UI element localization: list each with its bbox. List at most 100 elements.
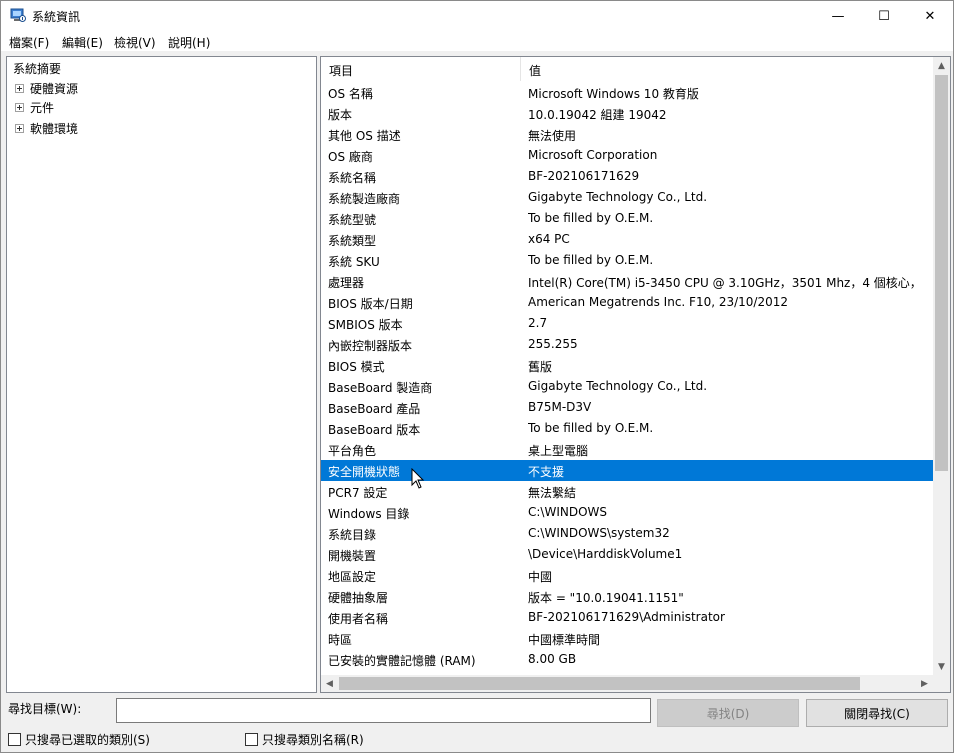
scroll-up-icon[interactable]: ▲ <box>933 57 950 74</box>
checkbox-box[interactable] <box>8 732 21 746</box>
scroll-down-icon[interactable]: ▼ <box>933 658 950 675</box>
row-item-cell: 系統類型 <box>328 234 377 248</box>
system-information-window: 系統資訊 — ☐ ✕ 檔案(F) 編輯(E) 檢視(V) 說明(H) 系統摘要 … <box>0 0 954 753</box>
column-divider[interactable] <box>520 57 521 81</box>
table-row[interactable]: 內嵌控制器版本 255.255 <box>321 334 933 355</box>
table-row[interactable]: 時區 中國標準時間 <box>321 628 933 649</box>
row-value-cell: C:\WINDOWS\system32 <box>528 526 670 540</box>
tree-item-label: 元件 <box>30 100 55 115</box>
row-value-cell: 10.0.19042 組建 19042 <box>528 108 667 122</box>
table-row[interactable]: 地區設定 中國 <box>321 565 933 586</box>
table-row[interactable]: 已安裝的實體記憶體 (RAM) 8.00 GB <box>321 649 933 670</box>
row-value-cell: 不支援 <box>528 465 565 479</box>
category-tree[interactable]: 系統摘要 硬體資源 元件 軟體環境 <box>6 56 317 693</box>
table-row[interactable]: BaseBoard 產品 B75M-D3V <box>321 397 933 418</box>
table-row[interactable]: BIOS 版本/日期 American Megatrends Inc. F10, … <box>321 292 933 313</box>
table-row[interactable]: SMBIOS 版本 2.7 <box>321 313 933 334</box>
list-rows: OS 名稱 Microsoft Windows 10 教育版 版本 10.0.1904… <box>321 82 933 676</box>
tree-item-components[interactable]: 元件 <box>15 99 54 115</box>
search-selected-category-checkbox[interactable]: 只搜尋已選取的類別(S) <box>8 732 150 747</box>
row-item-cell: 系統 SKU <box>328 255 380 269</box>
tree-item-system-summary[interactable]: 系統摘要 <box>13 60 61 77</box>
menu-help[interactable]: 說明(H) <box>168 34 210 51</box>
row-value-cell: 桌上型電腦 <box>528 444 589 458</box>
table-row[interactable]: 平台角色 桌上型電腦 <box>321 439 933 460</box>
minimize-button[interactable]: — <box>815 1 861 31</box>
row-value-cell: To be filled by O.E.M. <box>528 211 654 225</box>
tree-item-hardware-resources[interactable]: 硬體資源 <box>15 80 78 96</box>
table-row[interactable]: 版本 10.0.19042 組建 19042 <box>321 103 933 124</box>
expand-icon[interactable] <box>15 123 24 133</box>
vertical-scrollbar[interactable]: ▲ ▼ <box>933 57 950 675</box>
row-item-cell: 已安裝的實體記憶體 (RAM) <box>328 654 476 668</box>
row-value-cell: C:\WINDOWS <box>528 505 608 519</box>
table-row[interactable]: BaseBoard 版本 To be filled by O.E.M. <box>321 418 933 439</box>
table-row[interactable]: BIOS 模式 舊版 <box>321 355 933 376</box>
row-value-cell: \Device\HarddiskVolume1 <box>528 547 683 561</box>
row-item-cell: BaseBoard 製造商 <box>328 381 433 395</box>
table-row[interactable]: 硬體抽象層 版本 = "10.0.19041.1151" <box>321 586 933 607</box>
row-value-cell: To be filled by O.E.M. <box>528 253 654 267</box>
scroll-right-icon[interactable]: ▶ <box>916 675 933 692</box>
table-row[interactable]: 開機裝置 \Device\HarddiskVolume1 <box>321 544 933 565</box>
column-header-value[interactable]: 值 <box>529 62 541 79</box>
close-find-button[interactable]: 關閉尋找(C) <box>806 699 948 727</box>
find-what-input[interactable] <box>116 698 651 723</box>
expand-icon[interactable] <box>15 102 24 112</box>
table-row[interactable]: 系統 SKU To be filled by O.E.M. <box>321 250 933 271</box>
checkbox-label: 只搜尋類別名稱(R) <box>262 732 364 747</box>
table-row[interactable]: 使用者名稱 BF-202106171629\Administrator <box>321 607 933 628</box>
close-button[interactable]: ✕ <box>907 1 953 31</box>
menu-edit[interactable]: 編輯(E) <box>62 34 103 51</box>
table-row[interactable]: 系統類型 x64 PC <box>321 229 933 250</box>
row-item-cell: OS 名稱 <box>328 87 373 101</box>
row-item-cell: 系統型號 <box>328 213 377 227</box>
row-value-cell: 舊版 <box>528 360 553 374</box>
row-item-cell: 系統目錄 <box>328 528 377 542</box>
table-row[interactable]: 其他 OS 描述 無法使用 <box>321 124 933 145</box>
table-row[interactable]: 系統型號 To be filled by O.E.M. <box>321 208 933 229</box>
maximize-button[interactable]: ☐ <box>861 1 907 31</box>
horizontal-scroll-thumb[interactable] <box>339 677 860 690</box>
row-value-cell: Gigabyte Technology Co., Ltd. <box>528 379 708 393</box>
table-row[interactable]: 系統目錄 C:\WINDOWS\system32 <box>321 523 933 544</box>
title-bar[interactable]: 系統資訊 — ☐ ✕ <box>1 1 953 31</box>
details-list[interactable]: 項目 值 OS 名稱 Microsoft Windows 10 教育版 版本 10.0… <box>320 56 951 693</box>
vertical-scroll-thumb[interactable] <box>935 75 948 471</box>
table-row[interactable]: OS 廠商 Microsoft Corporation <box>321 145 933 166</box>
row-item-cell: 系統名稱 <box>328 171 377 185</box>
row-value-cell: Microsoft Corporation <box>528 148 658 162</box>
scroll-left-icon[interactable]: ◀ <box>321 675 338 692</box>
tree-item-label: 軟體環境 <box>30 121 79 136</box>
row-value-cell: 2.7 <box>528 316 548 330</box>
tree-item-software-environment[interactable]: 軟體環境 <box>15 120 78 136</box>
table-row[interactable]: 處理器 Intel(R) Core(TM) i5-3450 CPU @ 3.10G… <box>321 271 933 292</box>
table-row[interactable]: Windows 目錄 C:\WINDOWS <box>321 502 933 523</box>
row-item-cell: OS 廠商 <box>328 150 373 164</box>
row-item-cell: 系統製造廠商 <box>328 192 401 206</box>
search-category-names-checkbox[interactable]: 只搜尋類別名稱(R) <box>245 732 364 747</box>
row-value-cell: BF-202106171629 <box>528 169 640 183</box>
row-value-cell: 中國標準時間 <box>528 633 601 647</box>
row-item-cell: 平台角色 <box>328 444 377 458</box>
checkbox-box[interactable] <box>245 732 258 746</box>
scrollbar-corner <box>933 675 950 692</box>
menu-view[interactable]: 檢視(V) <box>114 34 156 51</box>
find-button[interactable]: 尋找(D) <box>657 699 799 727</box>
menu-bar: 檔案(F) 編輯(E) 檢視(V) 說明(H) <box>1 31 953 51</box>
horizontal-scrollbar[interactable]: ◀ ▶ <box>321 675 933 692</box>
column-header-item[interactable]: 項目 <box>329 62 353 79</box>
table-row[interactable]: BaseBoard 製造商 Gigabyte Technology Co., Lt… <box>321 376 933 397</box>
table-row[interactable]: OS 名稱 Microsoft Windows 10 教育版 <box>321 82 933 103</box>
mouse-pointer-icon <box>411 468 425 489</box>
row-value-cell: 中國 <box>528 570 553 584</box>
menu-file[interactable]: 檔案(F) <box>9 34 49 51</box>
table-row[interactable]: 系統製造廠商 Gigabyte Technology Co., Ltd. <box>321 187 933 208</box>
window-title: 系統資訊 <box>32 10 81 24</box>
row-item-cell: 地區設定 <box>328 570 377 584</box>
table-row[interactable]: 系統名稱 BF-202106171629 <box>321 166 933 187</box>
system-info-app-icon <box>10 8 26 22</box>
expand-icon[interactable] <box>15 83 24 93</box>
list-header: 項目 值 <box>321 57 933 81</box>
row-item-cell: 內嵌控制器版本 <box>328 339 413 353</box>
